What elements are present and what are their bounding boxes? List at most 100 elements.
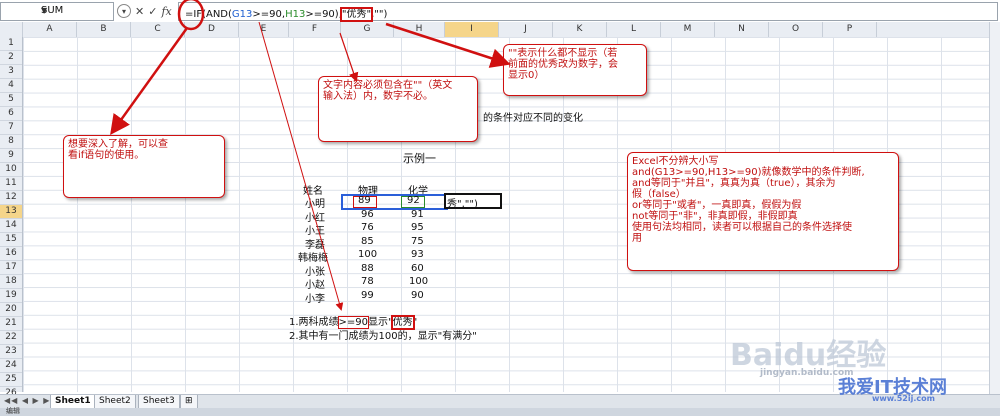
row14-chem: 91 bbox=[411, 209, 424, 220]
status-mode: 编辑 bbox=[6, 407, 20, 415]
column-header: A B C D E F G H I J K L M N O P bbox=[0, 22, 1000, 38]
col-h[interactable]: H bbox=[394, 22, 445, 37]
note-2: 2.其中有一门成绩为100的，显示"有满分" bbox=[289, 331, 477, 342]
callout-blank-line-3: 显示0） bbox=[508, 70, 545, 81]
callout-blank-line-1: ""表示什么都不显示（若 bbox=[508, 48, 618, 59]
callout-learn-line-1: 想要深入了解，可以查 bbox=[68, 139, 168, 150]
note-1: 1.两科成绩>=90显示"优秀" bbox=[289, 313, 417, 330]
row19-name: 小赵 bbox=[305, 280, 325, 291]
sheet-tab-3[interactable]: Sheet3 bbox=[138, 395, 180, 409]
row17-chem: 93 bbox=[411, 249, 424, 260]
more-icon[interactable]: ▾ bbox=[117, 4, 131, 18]
row20-name: 小李 bbox=[305, 294, 325, 305]
formula-input[interactable]: =IF(AND(G13>=90,H13>=90),"优秀","") bbox=[178, 2, 998, 22]
row-1[interactable]: 1 bbox=[0, 37, 22, 51]
row-24[interactable]: 24 bbox=[0, 359, 22, 373]
callout-learn-if: 想要深入了解，可以查 看if语句的使用。 bbox=[63, 135, 225, 198]
callout-text-quotes: 文字内容必须包含在""（英文 输入法）内，数字不必。 bbox=[318, 76, 478, 142]
row-15[interactable]: 15 bbox=[0, 233, 22, 247]
insert-function-icon[interactable]: fx bbox=[161, 5, 171, 18]
callout-explain-line-3: and等同于"并且"，真真为真（true），其余为 bbox=[632, 178, 836, 189]
col-e[interactable]: E bbox=[239, 22, 289, 37]
row-16[interactable]: 16 bbox=[0, 247, 22, 261]
col-m[interactable]: M bbox=[661, 22, 715, 37]
row-header: 1 2 3 4 5 6 7 8 9 10 11 12 13 14 15 16 1… bbox=[0, 37, 23, 401]
col-i[interactable]: I bbox=[445, 22, 499, 37]
formula-op1: >=90, bbox=[252, 9, 286, 20]
enter-icon[interactable]: ✓ bbox=[148, 5, 157, 18]
callout-explain-line-8: 用 bbox=[632, 233, 642, 244]
callout-explain-line-7: 使用句法均相同，读者可以根据自己的条件选择使 bbox=[632, 222, 852, 233]
formula-result-text: "优秀" bbox=[339, 7, 374, 22]
row16-physics: 85 bbox=[361, 236, 374, 247]
col-l[interactable]: L bbox=[607, 22, 661, 37]
formula-prefix: =IF(AND( bbox=[185, 9, 232, 20]
callout-explain-line-6: not等同于"非"，非真即假，非假即真 bbox=[632, 211, 798, 222]
vertical-scrollbar[interactable] bbox=[989, 22, 1000, 394]
row-5[interactable]: 5 bbox=[0, 93, 22, 107]
name-box[interactable]: SUM ▼ bbox=[0, 2, 114, 21]
row-14[interactable]: 14 bbox=[0, 219, 22, 233]
row19-chem: 100 bbox=[409, 276, 429, 287]
sheet-title-partial: 的条件对应不同的变化 bbox=[483, 113, 583, 124]
row-12[interactable]: 12 bbox=[0, 191, 22, 205]
col-p[interactable]: P bbox=[823, 22, 877, 37]
row15-chem: 95 bbox=[411, 222, 424, 233]
row-18[interactable]: 18 bbox=[0, 275, 22, 289]
row-2[interactable]: 2 bbox=[0, 51, 22, 65]
name-box-dropdown-icon[interactable]: ▼ bbox=[41, 6, 110, 15]
row-22[interactable]: 22 bbox=[0, 331, 22, 345]
callout-quotes-line-2: 输入法）内，数字不必。 bbox=[323, 91, 433, 102]
select-all-corner[interactable] bbox=[0, 22, 23, 37]
row-25[interactable]: 25 bbox=[0, 373, 22, 387]
col-d[interactable]: D bbox=[185, 22, 239, 37]
cancel-icon[interactable]: ✕ bbox=[135, 5, 144, 18]
col-b[interactable]: B bbox=[77, 22, 131, 37]
row19-physics: 78 bbox=[361, 276, 374, 287]
formula-tail: ,"") bbox=[371, 9, 388, 20]
sheet-tab-2[interactable]: Sheet2 bbox=[94, 395, 136, 409]
col-k[interactable]: K bbox=[553, 22, 607, 37]
row18-chem: 60 bbox=[411, 263, 424, 274]
row-19[interactable]: 19 bbox=[0, 289, 22, 303]
row-6[interactable]: 6 bbox=[0, 107, 22, 121]
callout-blank-value: ""表示什么都不显示（若 前面的优秀改为数字，会 显示0） bbox=[503, 44, 647, 96]
col-g[interactable]: G bbox=[341, 22, 394, 37]
callout-quotes-line-1: 文字内容必须包含在""（英文 bbox=[323, 80, 453, 91]
callout-explain-line-2: and(G13>=90,H13>=90)就像数学中的条件判断, bbox=[632, 167, 865, 178]
callout-explain-line-4: 假（false） bbox=[632, 189, 686, 200]
row-9[interactable]: 9 bbox=[0, 149, 22, 163]
row-8[interactable]: 8 bbox=[0, 135, 22, 149]
row-10[interactable]: 10 bbox=[0, 163, 22, 177]
callout-explain-line-1: Excel不分辨大小写 bbox=[632, 156, 719, 167]
row-23[interactable]: 23 bbox=[0, 345, 22, 359]
status-bar: 编辑 bbox=[0, 407, 1000, 416]
row18-physics: 88 bbox=[361, 263, 374, 274]
watermark-url-2: www.52ij.com bbox=[872, 394, 935, 403]
row16-chem: 75 bbox=[411, 236, 424, 247]
active-cell-text: 秀","") bbox=[447, 199, 478, 210]
row-7[interactable]: 7 bbox=[0, 121, 22, 135]
col-o[interactable]: O bbox=[769, 22, 823, 37]
col-n[interactable]: N bbox=[715, 22, 769, 37]
row20-chem: 90 bbox=[411, 290, 424, 301]
row-17[interactable]: 17 bbox=[0, 261, 22, 275]
col-j[interactable]: J bbox=[499, 22, 553, 37]
col-a[interactable]: A bbox=[23, 22, 77, 37]
row-13[interactable]: 13 bbox=[0, 205, 22, 219]
formula-op2: >=90), bbox=[305, 9, 342, 20]
sheet-tab-1[interactable]: Sheet1 bbox=[50, 395, 96, 409]
col-f[interactable]: F bbox=[289, 22, 341, 37]
row-21[interactable]: 21 bbox=[0, 317, 22, 331]
callout-learn-line-2: 看if语句的使用。 bbox=[68, 150, 145, 161]
row14-physics: 96 bbox=[361, 209, 374, 220]
insert-sheet-icon[interactable]: ⊞ bbox=[180, 395, 198, 409]
active-cell-i13[interactable]: 秀","") bbox=[444, 193, 502, 210]
formula-bar-area: SUM ▼ ▾ ✕ ✓ fx =IF(AND(G13>=90,H13>=90),… bbox=[0, 0, 1000, 23]
row-20[interactable]: 20 bbox=[0, 303, 22, 317]
row-11[interactable]: 11 bbox=[0, 177, 22, 191]
col-c[interactable]: C bbox=[131, 22, 185, 37]
row-4[interactable]: 4 bbox=[0, 79, 22, 93]
callout-logic-explanation: Excel不分辨大小写 and(G13>=90,H13>=90)就像数学中的条件… bbox=[627, 152, 899, 271]
row-3[interactable]: 3 bbox=[0, 65, 22, 79]
